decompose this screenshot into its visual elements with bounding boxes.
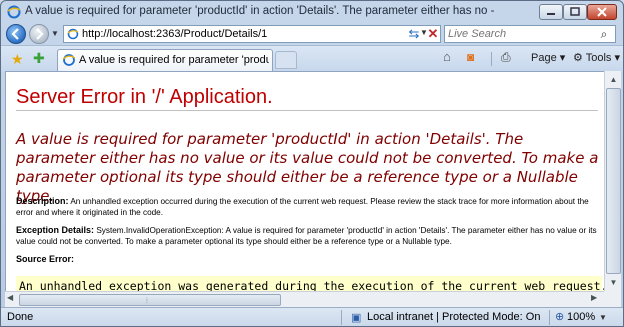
divider	[549, 310, 550, 325]
tab-command-row: ★ ✚ A value is required for parameter 'p…	[1, 45, 623, 72]
forward-arrow-icon	[36, 28, 44, 40]
scroll-up-icon[interactable]: ▲	[606, 72, 621, 87]
page-title: Server Error in '/' Application.	[16, 86, 273, 108]
close-button[interactable]	[587, 4, 617, 20]
address-row: ▼ http://localhost:2363/Product/Details/…	[1, 23, 623, 45]
tools-menu-button[interactable]: ⚙ Tools ▾	[573, 51, 620, 64]
status-bar: Done ▣ Local intranet | Protected Mode: …	[1, 307, 623, 326]
zoom-icon[interactable]: ⊕	[555, 310, 564, 323]
page-menu-label: Page	[531, 52, 557, 64]
error-message: A value is required for parameter 'produ…	[16, 130, 599, 205]
divider	[341, 310, 342, 325]
grip-icon: ⦙	[146, 296, 148, 305]
page-icon	[67, 28, 79, 40]
scroll-down-icon[interactable]: ▼	[606, 275, 621, 290]
scroll-right-icon[interactable]: ▶	[591, 293, 597, 302]
tools-gear-icon: ⚙	[573, 52, 583, 64]
forward-button[interactable]	[29, 24, 49, 44]
minimize-button[interactable]	[539, 4, 563, 20]
back-arrow-icon	[11, 28, 19, 40]
add-favorites-icon[interactable]: ✚	[33, 50, 45, 67]
divider	[16, 110, 598, 111]
tab-active[interactable]: A value is required for parameter 'produ…	[57, 49, 273, 71]
recent-pages-chevron-down-icon[interactable]: ▼	[51, 29, 59, 38]
scrollbar-corner	[604, 291, 621, 307]
new-tab-button[interactable]	[275, 51, 297, 69]
vertical-scrollbar[interactable]: ▲ ▼	[604, 71, 621, 291]
url-text[interactable]: http://localhost:2363/Product/Details/1	[82, 28, 267, 40]
tab-label: A value is required for parameter 'produ…	[79, 54, 269, 66]
ie-icon	[7, 5, 21, 19]
tools-menu-label: Tools	[585, 52, 612, 64]
stop-icon: ✕	[427, 26, 439, 41]
window-title: A value is required for parameter 'produ…	[25, 5, 495, 17]
divider	[491, 52, 492, 66]
scroll-left-icon[interactable]: ◀	[7, 293, 13, 302]
status-text: Done	[7, 311, 34, 323]
search-icon[interactable]: ⌕	[595, 26, 613, 42]
favorites-star-icon[interactable]: ★	[11, 51, 24, 68]
page-menu-button[interactable]: Page ▾	[531, 51, 565, 64]
horizontal-scrollbar[interactable]: ◀ ⦙ ▶	[5, 291, 604, 307]
description-text: An unhandled exception occurred during t…	[16, 197, 589, 217]
ie-icon	[62, 54, 76, 66]
exception-label: Exception Details:	[16, 225, 95, 235]
zoom-chevron-down-icon[interactable]: ▼	[599, 313, 607, 322]
source-error-label: Source Error:	[16, 254, 75, 264]
page-content: Server Error in '/' Application. A value…	[5, 71, 604, 292]
intranet-zone-icon: ▣	[351, 312, 362, 324]
maximize-button[interactable]	[563, 4, 587, 20]
vertical-scroll-thumb[interactable]	[606, 88, 621, 274]
description-paragraph: Description: An unhandled exception occu…	[16, 196, 602, 218]
source-code-block: An unhandled exception was generated dur…	[16, 276, 604, 292]
title-bar: A value is required for parameter 'produ…	[1, 1, 623, 23]
security-zone-text: Local intranet | Protected Mode: On	[367, 311, 541, 323]
refresh-button[interactable]: ⇆	[405, 25, 423, 43]
exception-paragraph: Exception Details: System.InvalidOperati…	[16, 225, 602, 247]
refresh-icon: ⇆	[408, 26, 420, 41]
exception-text: System.InvalidOperationException: A valu…	[16, 226, 597, 246]
back-button[interactable]	[6, 24, 26, 44]
home-icon[interactable]: ⌂	[443, 49, 451, 64]
stop-button[interactable]: ✕	[424, 25, 442, 43]
search-box[interactable]: ⌕	[444, 25, 616, 43]
browser-window: A value is required for parameter 'produ…	[0, 0, 624, 327]
print-icon[interactable]: ⎙	[501, 50, 511, 65]
maximize-icon	[570, 7, 580, 16]
feeds-icon[interactable]: ◙	[467, 50, 474, 64]
address-field[interactable]: http://localhost:2363/Product/Details/1 …	[63, 25, 441, 43]
minimize-icon	[547, 13, 555, 15]
close-icon	[597, 7, 607, 17]
search-input[interactable]	[448, 27, 588, 41]
description-label: Description:	[16, 196, 69, 206]
zoom-level[interactable]: 100%	[567, 311, 595, 323]
horizontal-scroll-thumb[interactable]: ⦙	[19, 294, 281, 306]
